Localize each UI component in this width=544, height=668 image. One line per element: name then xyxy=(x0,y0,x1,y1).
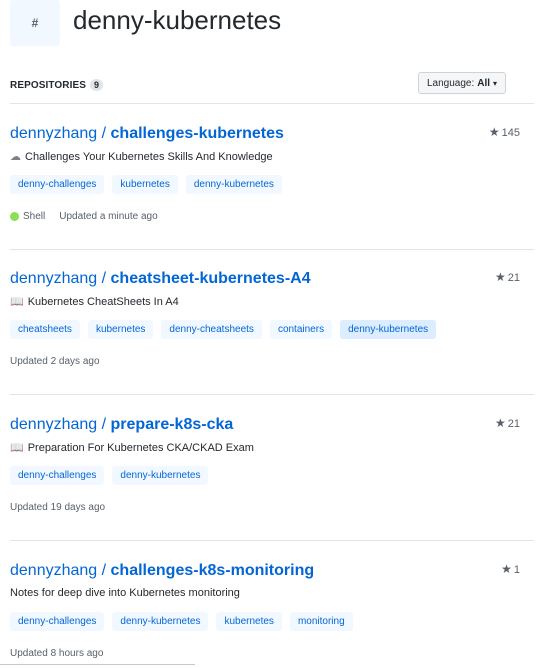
star-icon: ★ xyxy=(494,416,506,430)
language-filter-value: All xyxy=(477,77,491,89)
language-color-dot xyxy=(10,212,19,221)
star-count: 21 xyxy=(507,272,520,284)
repo-link[interactable]: dennyzhang / cheatsheet-kubernetes-A4 xyxy=(10,270,311,288)
topic-header: # denny-kubernetes xyxy=(0,0,544,70)
star-count-link[interactable]: ★ 1 xyxy=(501,562,520,576)
divider xyxy=(0,664,195,665)
book-icon: 📖 xyxy=(10,442,24,454)
repo-name: challenges-k8s-monitoring xyxy=(110,562,315,579)
language-filter-button[interactable]: Language: All ▾ xyxy=(418,72,506,94)
repo-language: Shell xyxy=(23,211,46,222)
topic-tag[interactable]: denny-kubernetes xyxy=(185,175,282,194)
repo-name: cheatsheet-kubernetes-A4 xyxy=(110,270,311,287)
repo-meta: Updated 19 days ago xyxy=(10,502,105,513)
topic-tag[interactable]: denny-kubernetes xyxy=(112,612,209,631)
repo-description: 📖 Kubernetes CheatSheets In A4 xyxy=(10,295,179,308)
repo-description: ☁ Challenges Your Kubernetes Skills And K… xyxy=(10,150,273,163)
caret-down-icon: ▾ xyxy=(493,78,498,88)
repo-separator: / xyxy=(97,270,111,287)
repo-description-text: Preparation For Kubernetes CKA/CKAD Exam xyxy=(27,442,254,454)
topic-tag[interactable]: monitoring xyxy=(289,612,353,631)
repo-updated: Updated 8 hours ago xyxy=(10,648,104,659)
topic-tags: denny-challenges denny-kubernetes kubernet… xyxy=(10,612,353,631)
star-count-link[interactable]: ★ 21 xyxy=(495,416,520,430)
divider xyxy=(10,540,534,541)
topic-tag[interactable]: denny-challenges xyxy=(10,466,105,485)
repo-meta: Shell Updated a minute ago xyxy=(10,211,158,222)
topic-tag[interactable]: kubernetes xyxy=(87,320,154,339)
star-count: 1 xyxy=(513,564,520,576)
star-icon: ★ xyxy=(494,270,506,284)
repo-separator: / xyxy=(97,416,111,433)
repo-meta: Updated 2 days ago xyxy=(10,356,100,367)
star-icon: ★ xyxy=(501,562,512,576)
topic-tag[interactable]: denny-challenges xyxy=(10,175,105,194)
repositories-label: REPOSITORIES xyxy=(10,80,87,91)
topic-tag[interactable]: denny-cheatsheets xyxy=(161,320,262,339)
repo-description: Notes for deep dive into Kubernetes moni… xyxy=(10,587,240,599)
repo-updated: Updated 2 days ago xyxy=(10,356,100,367)
topic-tag[interactable]: kubernetes xyxy=(216,612,282,631)
page-title: denny-kubernetes xyxy=(73,5,282,35)
star-count-link[interactable]: ★ 145 xyxy=(489,125,520,139)
repo-updated: Updated a minute ago xyxy=(59,211,158,222)
star-count: 21 xyxy=(507,418,520,430)
repo-link[interactable]: dennyzhang / prepare-k8s-cka xyxy=(10,416,233,434)
repo-description-text: Kubernetes CheatSheets In A4 xyxy=(27,296,179,308)
repo-name: challenges-kubernetes xyxy=(110,125,284,142)
topic-tag[interactable]: containers xyxy=(269,320,333,339)
repo-description-text: Notes for deep dive into Kubernetes moni… xyxy=(10,587,240,599)
book-icon: 📖 xyxy=(10,296,24,308)
repo-owner: dennyzhang xyxy=(10,125,98,142)
star-count-link[interactable]: ★ 21 xyxy=(495,270,520,284)
topic-tag[interactable]: cheatsheets xyxy=(10,320,80,339)
star-icon: ★ xyxy=(488,125,500,139)
topic-tag[interactable]: kubernetes xyxy=(112,175,178,194)
repo-separator: / xyxy=(97,125,111,142)
repositories-heading: REPOSITORIES 9 xyxy=(10,79,104,91)
star-count: 145 xyxy=(501,127,520,139)
topic-tags: denny-challenges denny-kubernetes xyxy=(10,466,209,485)
topic-hash-icon: # xyxy=(10,0,60,46)
divider xyxy=(10,394,534,395)
divider xyxy=(10,103,534,104)
repo-separator: / xyxy=(97,562,111,579)
repo-owner: dennyzhang xyxy=(10,270,98,287)
topic-tags: cheatsheets kubernetes denny-cheatsheets co… xyxy=(10,320,437,339)
language-filter-prefix: Language: xyxy=(426,77,475,89)
repo-description-text: Challenges Your Kubernetes Skills And Kn… xyxy=(25,151,273,163)
topic-tag[interactable]: denny-challenges xyxy=(10,612,105,631)
topic-tags: denny-challenges kubernetes denny-kubernet… xyxy=(10,175,282,194)
repo-meta: Updated 8 hours ago xyxy=(10,648,103,659)
repo-name: prepare-k8s-cka xyxy=(110,416,234,433)
repo-description: 📖 Preparation For Kubernetes CKA/CKAD Exa… xyxy=(10,441,254,454)
divider xyxy=(10,249,534,250)
repo-link[interactable]: dennyzhang / challenges-kubernetes xyxy=(10,125,284,143)
repo-owner: dennyzhang xyxy=(10,416,98,433)
repo-link[interactable]: dennyzhang / challenges-k8s-monitoring xyxy=(10,562,314,580)
repositories-count-badge: 9 xyxy=(90,79,104,91)
repo-owner: dennyzhang xyxy=(10,562,98,579)
cloud-icon: ☁ xyxy=(10,151,21,163)
topic-tag[interactable]: denny-kubernetes xyxy=(340,320,437,339)
topic-tag[interactable]: denny-kubernetes xyxy=(112,466,209,485)
repo-updated: Updated 19 days ago xyxy=(10,502,106,513)
